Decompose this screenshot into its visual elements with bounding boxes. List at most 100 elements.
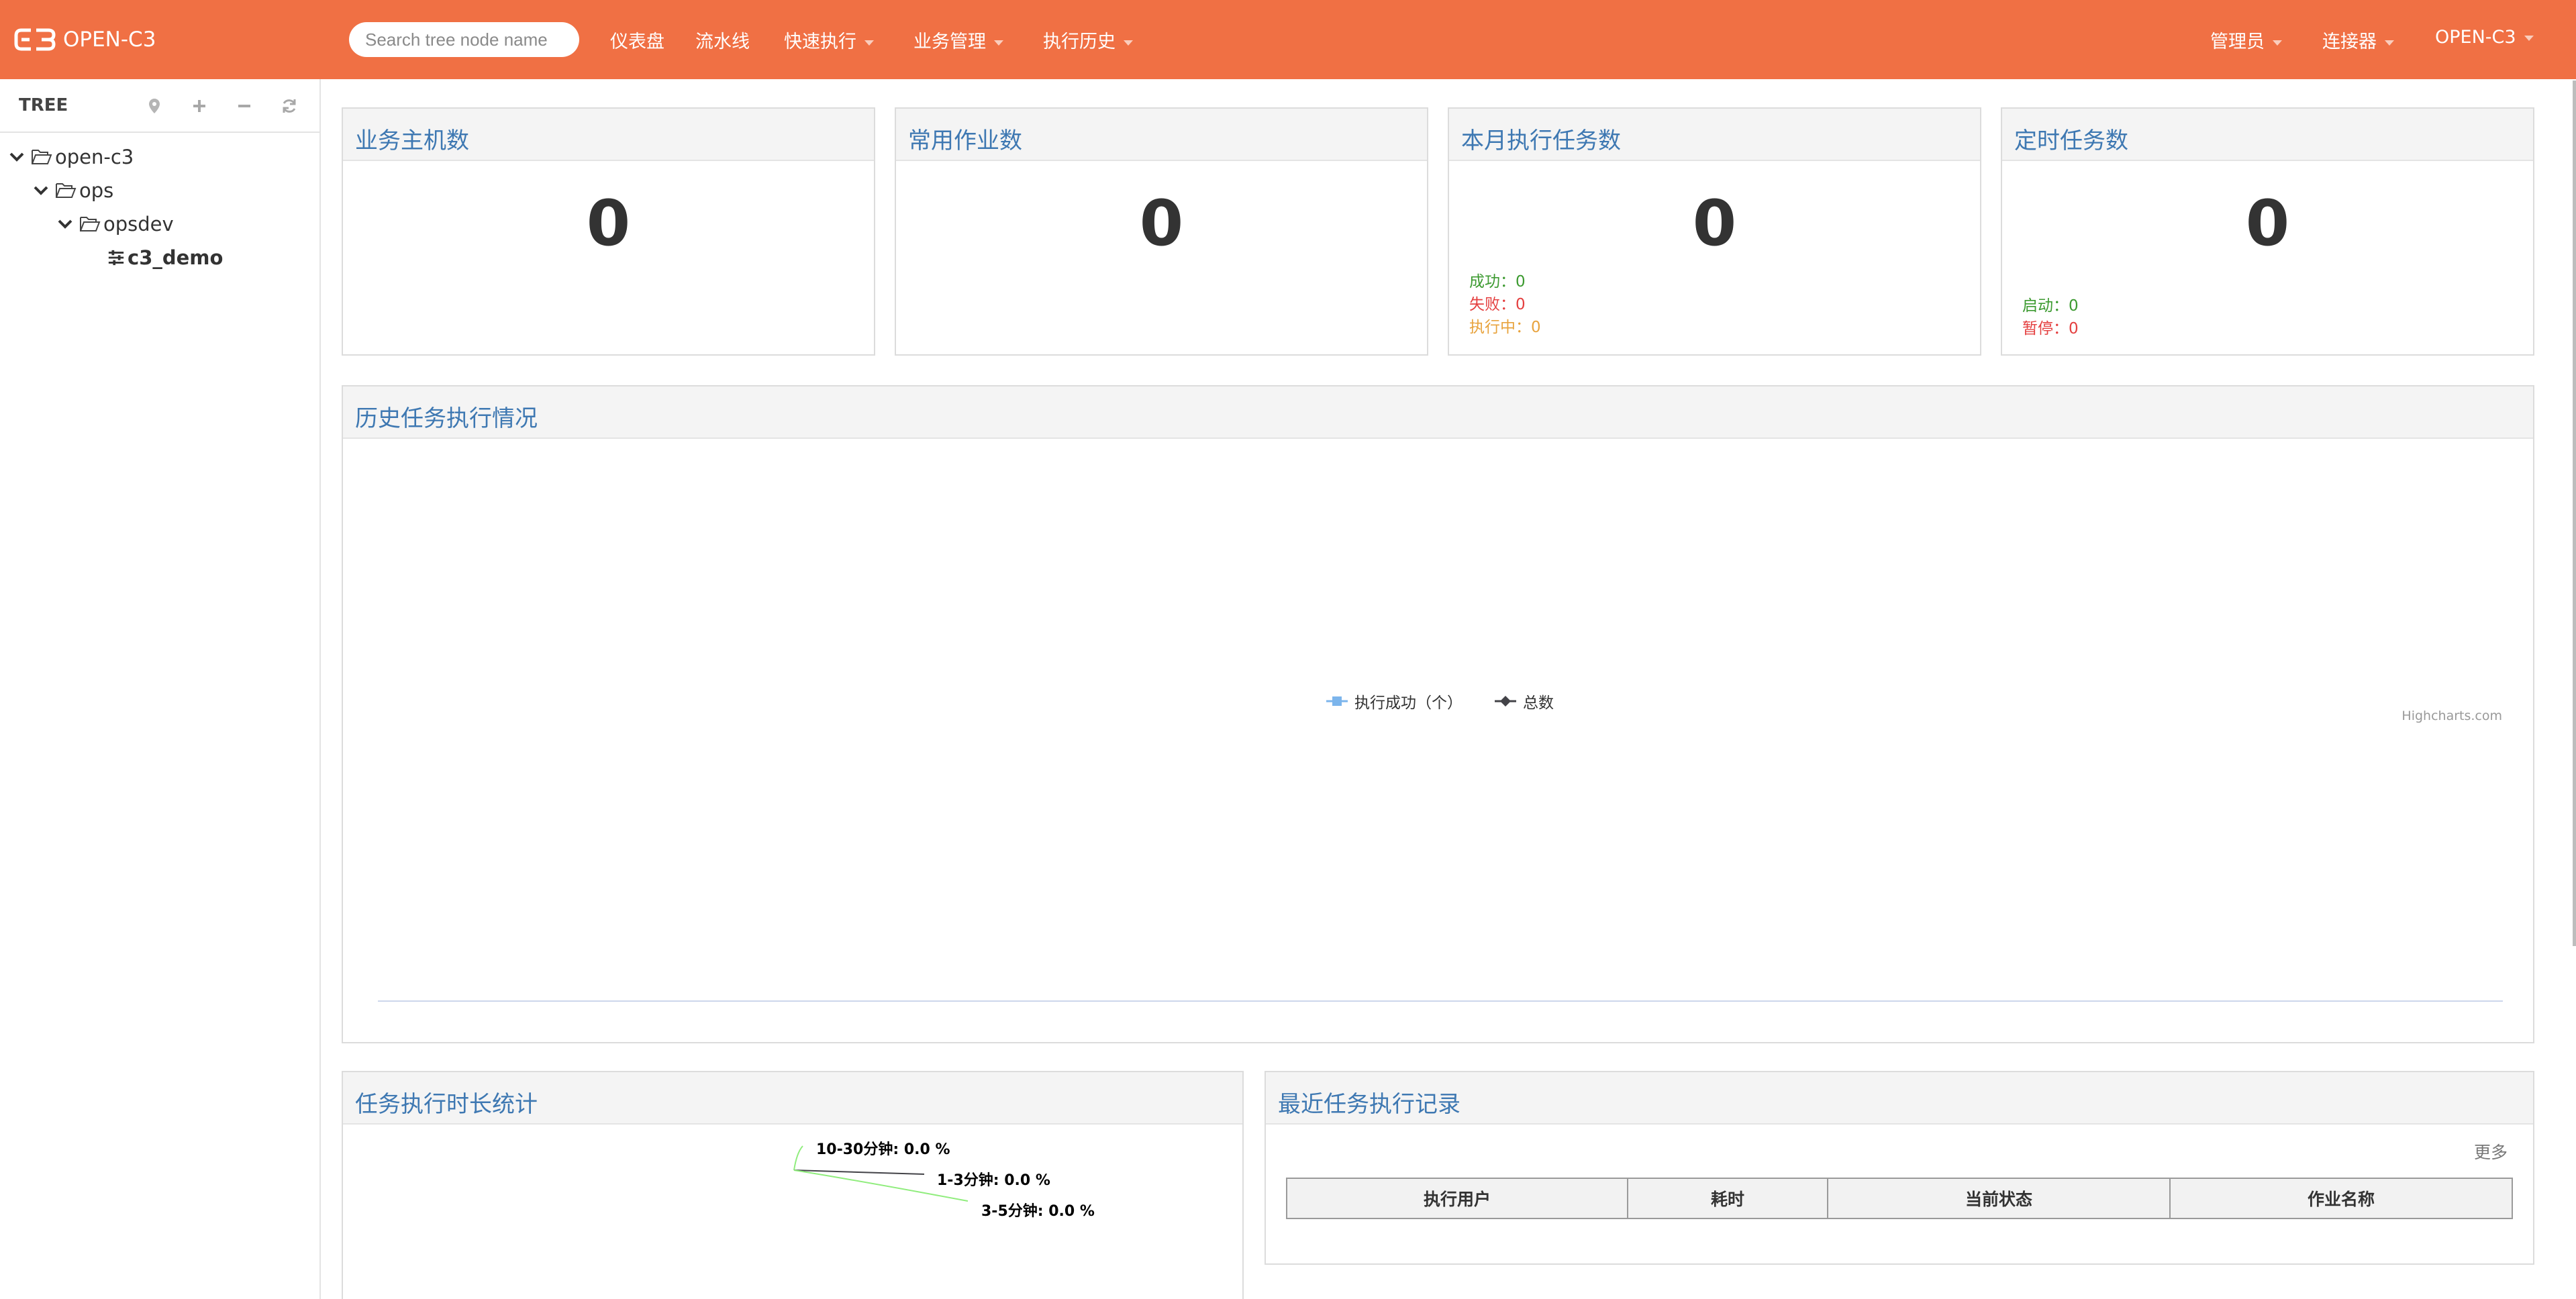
duration-pie-chart: 10-30分钟: 0.0 % 1-3分钟: 0.0 % 3-5分钟: 0.0 %: [793, 1141, 1095, 1220]
chevron-down-icon: [34, 186, 48, 195]
collapse-all-button[interactable]: [231, 94, 258, 118]
card-header: 常用作业数: [896, 109, 1427, 161]
legend-square-icon: [1326, 696, 1348, 706]
stat-paused: 暂停：0: [2022, 320, 2079, 337]
stat-running: 执行中：0: [1469, 319, 1541, 336]
nav-pipeline-label: 流水线: [695, 32, 750, 52]
legend-item-success[interactable]: 执行成功（个）: [1326, 690, 1463, 713]
refresh-icon: [283, 99, 296, 113]
chevron-down-icon: [2273, 40, 2282, 46]
tree-node-label: ops: [79, 179, 114, 202]
card-value: 0: [2245, 187, 2290, 260]
card-title: 业务主机数: [355, 127, 469, 154]
card-value: 0: [586, 187, 631, 260]
nav-connector-label: 连接器: [2322, 32, 2377, 52]
column-header-job-name[interactable]: 作业名称: [2171, 1179, 2512, 1218]
column-header-duration[interactable]: 耗时: [1628, 1179, 1828, 1218]
tree-title: TREE: [19, 95, 68, 115]
nav-exec-history-label: 执行历史: [1043, 32, 1116, 52]
nav-dashboard[interactable]: 仪表盘: [610, 27, 664, 53]
legend-label: 总数: [1523, 694, 1554, 712]
top-navbar: OPEN-C3 仪表盘 流水线 快速执行 业务管理 执行历史 管理员 连接器 O…: [0, 0, 2576, 79]
nav-user-menu[interactable]: OPEN-C3: [2435, 27, 2534, 48]
tree-node-open-c3[interactable]: open-c3: [8, 142, 134, 172]
highcharts-credit[interactable]: Highcharts.com: [2401, 709, 2502, 723]
card-title: 常用作业数: [908, 127, 1022, 154]
panel-title: 任务执行时长统计: [355, 1091, 538, 1118]
nav-quick-exec-label: 快速执行: [784, 32, 856, 52]
minus-icon: [238, 105, 250, 107]
locate-icon: [149, 99, 160, 113]
nav-quick-exec[interactable]: 快速执行: [784, 27, 874, 53]
page-scrollbar[interactable]: [2573, 81, 2576, 946]
panel-header: 最近任务执行记录: [1266, 1072, 2533, 1125]
nav-connector[interactable]: 连接器: [2322, 27, 2394, 53]
stat-success: 成功：0: [1469, 273, 1526, 291]
brand-name: OPEN-C3: [63, 28, 156, 52]
nav-business-mgmt[interactable]: 业务管理: [913, 27, 1003, 53]
connector-line: [793, 1145, 803, 1171]
card-monthly-tasks: 本月执行任务数 0 成功：0 失败：0 执行中：0: [1448, 107, 1981, 356]
tree-node-label: opsdev: [103, 213, 174, 236]
column-header-user[interactable]: 执行用户: [1287, 1179, 1628, 1218]
card-job-count: 常用作业数 0: [895, 107, 1428, 356]
chevron-down-icon: [2524, 35, 2534, 41]
plus-icon: [193, 100, 205, 112]
tree-sidebar: TREE open-c3 ops opsdev c3_demo: [0, 79, 321, 1299]
brand[interactable]: OPEN-C3: [13, 23, 156, 56]
panel-title: 最近任务执行记录: [1278, 1091, 1460, 1118]
more-link[interactable]: 更多: [2474, 1139, 2508, 1163]
legend-label: 执行成功（个）: [1354, 694, 1463, 712]
card-cron-tasks: 定时任务数 0 启动：0 暂停：0: [2001, 107, 2534, 356]
history-chart: [378, 1000, 2503, 1002]
tree-node-c3-demo[interactable]: c3_demo: [107, 243, 223, 272]
nav-exec-history[interactable]: 执行历史: [1043, 27, 1133, 53]
tree-node-opsdev[interactable]: opsdev: [56, 209, 174, 239]
locate-button[interactable]: [141, 94, 168, 118]
tree-node-label: c3_demo: [128, 246, 224, 269]
history-chart-panel: 历史任务执行情况 执行成功（个） 总数 Highcharts.com: [342, 385, 2534, 1043]
panel-header: 任务执行时长统计: [343, 1072, 1242, 1125]
records-table-header: 执行用户 耗时 当前状态 作业名称: [1286, 1178, 2513, 1219]
expand-all-button[interactable]: [186, 94, 213, 118]
chevron-down-icon: [9, 152, 24, 162]
stat-enabled: 启动：0: [2022, 297, 2079, 315]
folder-open-icon: [56, 183, 77, 198]
card-host-count: 业务主机数 0: [342, 107, 875, 356]
pie-label-10-30: 10-30分钟: 0.0 %: [816, 1141, 950, 1158]
legend-item-total[interactable]: 总数: [1495, 690, 1554, 713]
tree-node-label: open-c3: [55, 146, 134, 168]
nav-business-mgmt-label: 业务管理: [913, 32, 986, 52]
column-header-status[interactable]: 当前状态: [1828, 1179, 2171, 1218]
tree-header: TREE: [0, 79, 319, 133]
card-title: 本月执行任务数: [1461, 127, 1621, 154]
pie-label-3-5: 3-5分钟: 0.0 %: [981, 1202, 1095, 1220]
tree-node-ops[interactable]: ops: [32, 176, 113, 205]
panel-title: 历史任务执行情况: [355, 405, 538, 432]
chevron-down-icon: [1124, 40, 1133, 46]
c3-logo-icon: [14, 28, 56, 51]
tree-search-input[interactable]: [349, 22, 579, 57]
card-value: 0: [1692, 187, 1737, 260]
nav-dashboard-label: 仪表盘: [610, 32, 664, 52]
chevron-down-icon: [994, 40, 1003, 46]
chevron-down-icon: [864, 40, 874, 46]
nav-admin[interactable]: 管理员: [2210, 27, 2282, 53]
nav-pipeline[interactable]: 流水线: [695, 27, 750, 53]
nav-admin-label: 管理员: [2210, 32, 2265, 52]
card-header: 业务主机数: [343, 109, 874, 161]
pie-label-1-3: 1-3分钟: 0.0 %: [937, 1172, 1050, 1189]
panel-header: 历史任务执行情况: [343, 386, 2533, 439]
card-title: 定时任务数: [2014, 127, 2128, 154]
stat-failed: 失败：0: [1469, 296, 1526, 313]
chevron-down-icon: [2385, 40, 2394, 46]
sliders-icon: [108, 250, 124, 266]
duration-stats-panel: 任务执行时长统计 10-30分钟: 0.0 % 1-3分钟: 0.0 % 3-5…: [342, 1071, 1244, 1299]
refresh-button[interactable]: [276, 94, 303, 118]
card-value: 0: [1139, 187, 1184, 260]
folder-open-icon: [32, 150, 52, 164]
chevron-down-icon: [58, 219, 72, 229]
card-header: 本月执行任务数: [1449, 109, 1980, 161]
nav-user-menu-label: OPEN-C3: [2435, 27, 2516, 48]
legend-diamond-icon: [1495, 696, 1516, 707]
